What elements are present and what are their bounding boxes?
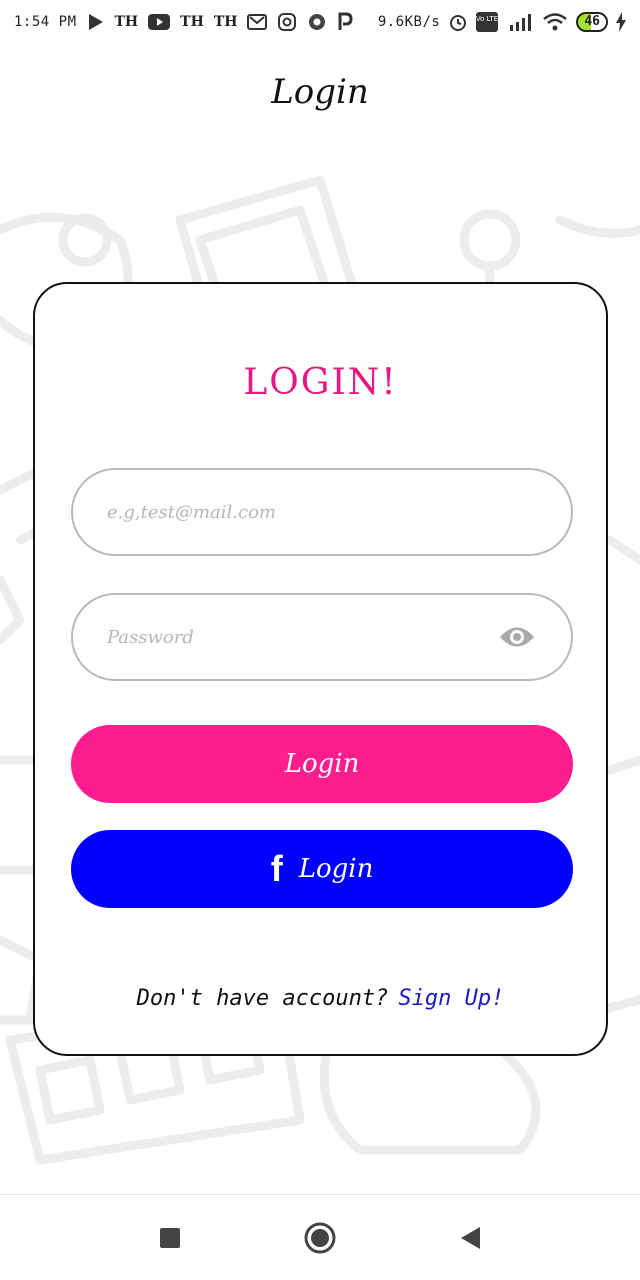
card-title: LOGIN! (243, 362, 398, 403)
eye-icon[interactable] (497, 623, 537, 651)
signal-icon (506, 12, 534, 32)
page-title: Login (271, 72, 369, 112)
email-field[interactable] (71, 468, 573, 556)
youtube-icon (148, 12, 171, 32)
password-input[interactable] (107, 626, 497, 648)
circle-home-icon (304, 1222, 336, 1253)
signup-row: Don't have account? Sign Up! (35, 986, 606, 1011)
charging-icon (616, 12, 626, 32)
signup-link[interactable]: Sign Up! (398, 986, 504, 1011)
navigation-bar (0, 1194, 640, 1280)
status-th-3: TH (213, 14, 238, 30)
signup-prompt: Don't have account? (136, 986, 389, 1011)
play-store-icon (87, 12, 105, 32)
recents-button[interactable] (150, 1218, 190, 1258)
battery-icon: 46 (576, 12, 608, 32)
gmail-icon (247, 12, 268, 32)
network-speed: 9.6KB/s (377, 14, 441, 30)
back-button[interactable] (450, 1218, 490, 1258)
login-card: LOGIN! Login f Login Don't have account?… (33, 282, 608, 1056)
instagram-icon (277, 12, 297, 32)
svg-text:Vo LTE: Vo LTE (476, 15, 498, 23)
facebook-login-label: Login (298, 854, 374, 884)
status-th-2: TH (180, 14, 204, 30)
email-input[interactable] (107, 501, 537, 523)
chrome-icon (307, 12, 327, 32)
volte-icon: Vo LTE (476, 12, 499, 32)
wifi-icon (542, 12, 568, 32)
login-button-label: Login (284, 749, 360, 779)
password-field[interactable] (71, 593, 573, 681)
facebook-login-button[interactable]: f Login (71, 830, 573, 908)
alarm-icon (448, 12, 468, 32)
p-app-icon (337, 12, 353, 32)
facebook-icon: f (270, 848, 283, 889)
triangle-back-icon (461, 1226, 480, 1249)
status-bar: 1:54 PM TH TH TH 9.6KB/s Vo LTE 46 (0, 0, 640, 44)
home-button[interactable] (300, 1218, 340, 1258)
status-time: 1:54 PM (14, 14, 77, 30)
square-icon (160, 1227, 180, 1248)
status-th-1: TH (114, 14, 139, 30)
login-button[interactable]: Login (71, 725, 573, 803)
